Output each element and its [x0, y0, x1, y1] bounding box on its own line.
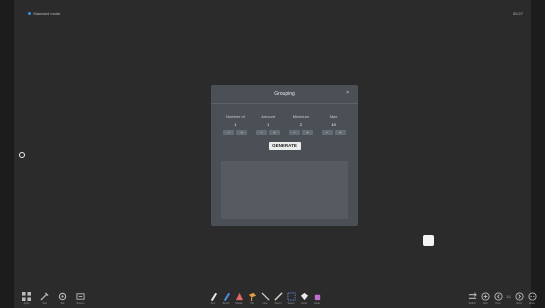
fill-icon [248, 292, 257, 301]
tool-label: Pen [210, 302, 216, 305]
toolbar-shape-button[interactable]: Shape [234, 292, 244, 305]
toolbar-add-page-button[interactable]: Add [480, 292, 490, 305]
tool-label: Add [482, 302, 488, 305]
pencil-icon [273, 292, 283, 301]
param-value: 2 [299, 122, 302, 127]
increment-button[interactable]: + [236, 130, 248, 135]
toolbar-select-button[interactable]: Select [286, 292, 296, 305]
line-icon [260, 292, 270, 301]
param-value: 10 [331, 122, 336, 127]
bottom-left-toolbar: Apps Tool Set Screen [20, 292, 87, 305]
undo-icon [300, 292, 309, 301]
tool-label: Pencil [274, 302, 282, 305]
tool-label: Brush [222, 302, 230, 305]
toolbar-apps-button[interactable]: Apps [20, 292, 33, 305]
increment-button[interactable]: + [334, 130, 346, 135]
grid-icon [22, 292, 31, 301]
tool-label: Set [60, 302, 65, 305]
param-label: Number of [226, 114, 245, 119]
select-icon [286, 292, 296, 301]
toolbar-clear-button[interactable]: Clear [312, 292, 322, 305]
settings-icon [58, 292, 67, 301]
tool-label: Tool [42, 302, 47, 305]
side-handle-icon[interactable] [19, 152, 25, 158]
param-amount: Amount 1 − + [254, 114, 283, 135]
shape-icon [235, 292, 244, 301]
bottom-right-toolbar: Switch Add Prev 1/1 Next More [467, 292, 537, 305]
next-page-icon [514, 292, 524, 301]
tool-label: Clear [314, 302, 320, 305]
toolbar-undo-button[interactable]: Undo [299, 292, 309, 305]
screenshot-icon [76, 292, 85, 301]
toolbar-fill-button[interactable]: Fill [247, 292, 257, 305]
page-indicator: 1/1 [506, 295, 511, 299]
param-max: Max 10 − + [319, 114, 348, 135]
floating-menu-button[interactable] [423, 235, 434, 246]
left-side-band [0, 0, 14, 308]
param-value: 1 [234, 122, 237, 127]
tool-label: Screen [76, 302, 85, 305]
tool-label: Select [287, 302, 295, 305]
toolbar-prev-page-button[interactable]: Prev [493, 292, 503, 305]
eraser-icon [313, 292, 322, 301]
toolbar-brush-button[interactable]: Brush [221, 292, 231, 305]
param-minimum: Minimum 2 − + [286, 114, 315, 135]
tool-label: Undo [301, 302, 307, 305]
toolbar-tool-button[interactable]: Tool [38, 292, 51, 305]
more-icon [527, 292, 537, 301]
mode-label: Standard mode [33, 11, 61, 16]
right-side-band [531, 0, 545, 308]
tool-label: Next [516, 302, 522, 305]
param-label: Minimum [292, 114, 309, 119]
tool-label: Prev [495, 302, 501, 305]
result-area [221, 161, 348, 219]
brush-icon [222, 292, 231, 301]
add-page-icon [481, 292, 490, 301]
clock: 00:27 [512, 11, 523, 16]
toolbar-more-button[interactable]: More [527, 292, 537, 305]
generate-button[interactable]: GENERATE [268, 142, 301, 150]
decrement-button[interactable]: − [223, 130, 235, 135]
dialog-title: Grouping [274, 91, 295, 97]
close-icon[interactable]: × [346, 90, 349, 96]
decrement-button[interactable]: − [321, 130, 333, 135]
tool-label: Line [262, 302, 268, 305]
toolbar-pen-button[interactable]: Pen [208, 292, 218, 305]
cast-icon [468, 292, 477, 301]
param-value: 1 [267, 122, 270, 127]
toolbar-next-page-button[interactable]: Next [514, 292, 524, 305]
tool-label: Switch [468, 302, 476, 305]
previous-page-icon [494, 292, 503, 301]
toolbar-screenshot-button[interactable]: Screen [74, 292, 87, 305]
toolbar-settings-button[interactable]: Set [56, 292, 69, 305]
param-label: Amount [261, 114, 276, 119]
mode-indicator[interactable]: Standard mode [28, 11, 60, 16]
tool-label: Apps [23, 302, 30, 305]
decrement-button[interactable]: − [288, 130, 300, 135]
increment-button[interactable]: + [301, 130, 313, 135]
pen-icon [209, 292, 218, 301]
grouping-dialog: Grouping × Number of 1 − + Amount 1 − + … [211, 85, 358, 226]
param-number-of: Number of 1 − + [221, 114, 250, 135]
param-row: Number of 1 − + Amount 1 − + Minimum 2 −… [211, 104, 358, 135]
mode-dot-icon [28, 12, 31, 15]
dialog-header: Grouping × [211, 85, 358, 103]
tool-label: Fill [250, 302, 254, 305]
tool-label: More [529, 302, 535, 305]
increment-button[interactable]: + [269, 130, 281, 135]
toolbar-switch-button[interactable]: Switch [467, 292, 477, 305]
tools-icon [40, 292, 49, 301]
toolbar-line-button[interactable]: Line [260, 292, 270, 305]
tool-label: Shape [235, 302, 243, 305]
toolbar-pencil-button[interactable]: Pencil [273, 292, 283, 305]
decrement-button[interactable]: − [256, 130, 268, 135]
bottom-center-toolbar: Pen Brush Shape Fill Line Pencil Select … [208, 292, 322, 305]
param-label: Max [329, 114, 338, 119]
